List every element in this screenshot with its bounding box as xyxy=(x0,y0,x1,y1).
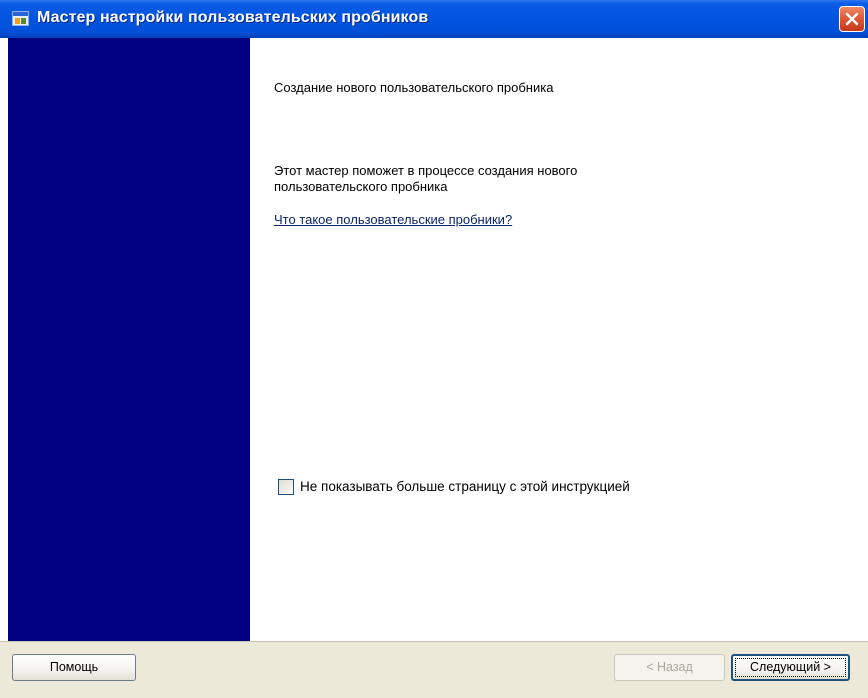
what-are-custom-probes-link[interactable]: Что такое пользовательские пробники? xyxy=(274,212,512,227)
page-description: Этот мастер поможет в процессе создания … xyxy=(274,163,578,194)
dont-show-again-label[interactable]: Не показывать больше страницу с этой инс… xyxy=(300,479,630,494)
back-button[interactable]: < Назад xyxy=(614,654,725,681)
app-icon-block xyxy=(15,18,20,24)
app-icon-block xyxy=(21,18,26,24)
back-button-label: < Назад xyxy=(646,660,693,674)
wizard-side-panel xyxy=(8,38,250,641)
wizard-window: Мастер настройки пользовательских пробни… xyxy=(0,0,868,698)
app-icon-title-strip xyxy=(13,12,28,16)
wizard-app-icon[interactable] xyxy=(12,11,29,26)
help-button[interactable]: Помощь xyxy=(12,654,136,681)
wizard-content-area xyxy=(250,38,868,641)
next-button[interactable]: Следующий > xyxy=(731,654,850,681)
help-button-label: Помощь xyxy=(49,660,99,674)
page-heading: Создание нового пользовательского пробни… xyxy=(274,80,554,95)
close-button[interactable] xyxy=(839,6,865,32)
close-icon xyxy=(845,12,859,26)
next-button-label: Следующий > xyxy=(750,660,831,674)
dont-show-again-checkbox[interactable] xyxy=(278,479,294,495)
title-bar[interactable]: Мастер настройки пользовательских пробни… xyxy=(0,0,868,38)
window-title: Мастер настройки пользовательских пробни… xyxy=(37,9,429,26)
